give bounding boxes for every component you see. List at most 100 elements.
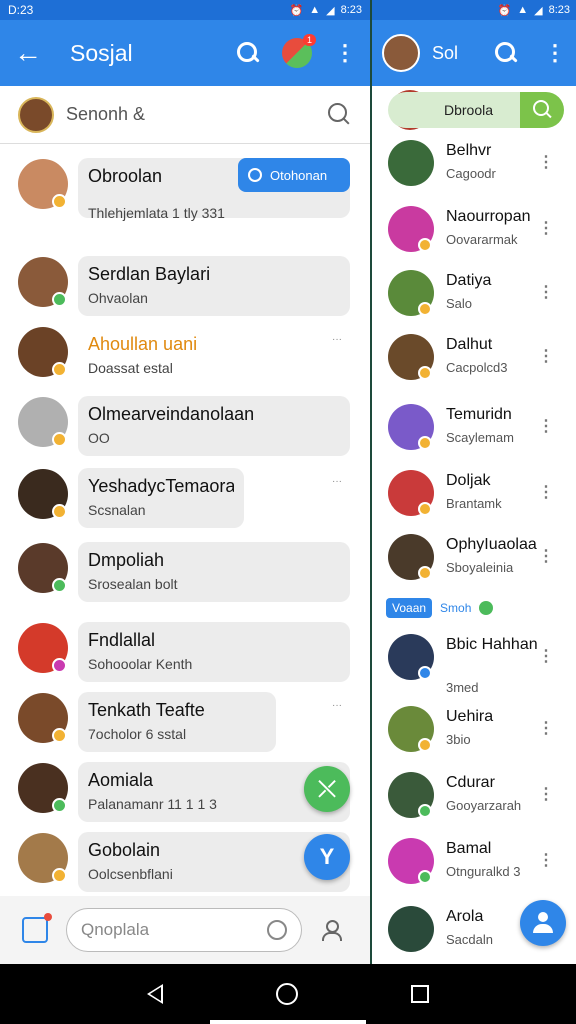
more-options-icon[interactable]: ⋮ xyxy=(538,346,554,366)
list-item[interactable]: Bbic Hahhan 3med ⋮ xyxy=(372,628,576,695)
more-options-icon[interactable]: ⋮ xyxy=(538,784,554,804)
status-dot xyxy=(52,658,67,673)
search-bar[interactable]: Senonh & xyxy=(0,86,370,144)
chat-preview: Oolcsenbflani xyxy=(88,866,173,882)
nav-home-icon[interactable] xyxy=(275,983,298,1005)
chat-preview: Scsnalan xyxy=(88,502,146,518)
avatar[interactable] xyxy=(18,96,54,133)
status-time: 8:23 xyxy=(548,4,570,16)
more-options-icon[interactable]: ⋮ xyxy=(538,282,554,302)
profile-avatar[interactable] xyxy=(382,34,420,72)
new-chat-button[interactable]: Y xyxy=(304,834,350,880)
chat-name: Gobolain xyxy=(88,840,161,860)
list-item[interactable]: Belhvr Cagoodr ⋮ xyxy=(372,134,576,196)
contact-status: Otnguralkd 3 xyxy=(446,864,521,879)
chat-preview: Ohvaolan xyxy=(88,290,148,306)
status-dot xyxy=(52,362,67,377)
contact-name: Naourropan xyxy=(446,208,531,225)
wifi-icon: ▲ xyxy=(517,4,529,16)
search-icon[interactable] xyxy=(236,41,260,65)
more-options-icon[interactable]: ⋮ xyxy=(538,646,554,666)
contact-status: Gooyarzarah xyxy=(446,798,522,813)
chat-preview: Srosealan bolt xyxy=(88,576,178,592)
list-item[interactable]: Cdurar Gooyarzarah ⋮ xyxy=(372,766,576,828)
list-item[interactable]: Olmearveindanolaan OO xyxy=(0,390,362,460)
contact-status: Cacpolcd3 xyxy=(446,360,508,375)
list-item[interactable]: YeshadycTemaora Scsnalan ··· xyxy=(0,462,362,532)
contact-name: Temuridn xyxy=(446,406,512,423)
more-options-icon[interactable]: ⋮ xyxy=(538,850,554,870)
chat-name: Aomiala xyxy=(88,770,154,790)
list-item[interactable]: Bamal Otnguralkd 3 ⋮ xyxy=(372,832,576,894)
avatar xyxy=(388,906,434,952)
more-options-icon[interactable]: ⋮ xyxy=(544,42,566,64)
alarm-icon: ⏰ xyxy=(497,4,512,17)
contact-status: Scaylemam xyxy=(446,430,514,445)
wifi-icon: ▲ xyxy=(309,4,321,16)
list-item[interactable]: Tenkath Teafte 7ocholor 6 sstal ··· xyxy=(0,686,362,756)
person-icon[interactable] xyxy=(322,920,342,941)
list-item[interactable]: Temuridn Scaylemam ⋮ xyxy=(372,398,576,460)
status-dot xyxy=(52,868,67,883)
list-item[interactable]: Datiya Salo ⋮ xyxy=(372,264,576,326)
contact-status: Oovararmak xyxy=(446,232,518,247)
status-dot xyxy=(418,436,432,450)
list-item[interactable]: Doljak Brantamk ⋮ xyxy=(372,464,576,526)
avatar xyxy=(388,140,434,186)
status-dot xyxy=(52,798,67,813)
list-item[interactable]: OphyIuaolaa Sboyaleinia ⋮ xyxy=(372,528,576,590)
contact-status: Cagoodr xyxy=(446,166,496,181)
contact-status: Sacdaln xyxy=(446,932,493,947)
more-options-icon[interactable]: ⋮ xyxy=(538,152,554,172)
list-item[interactable]: Naourropan Oovararmak ⋮ xyxy=(372,200,576,262)
nav-back-icon[interactable] xyxy=(146,984,163,1004)
chat-name: Ahoullan uani xyxy=(88,334,198,354)
list-item[interactable]: Dalhut Cacpolcd3 ⋮ xyxy=(372,328,576,390)
more-options-icon[interactable]: ⋮ xyxy=(538,546,554,566)
chat-preview: 7ocholor 6 sstal xyxy=(88,726,187,742)
search-input[interactable]: Senonh & xyxy=(66,104,145,125)
search-icon[interactable] xyxy=(328,102,352,127)
status-dot xyxy=(418,566,432,580)
search-icon xyxy=(248,168,262,182)
search-icon[interactable] xyxy=(494,41,518,65)
app-title-right: Sol xyxy=(432,42,459,63)
notification-badge: 1 xyxy=(302,34,316,46)
contact-name: Belhvr xyxy=(446,142,492,159)
composer-bar: Qnoplala xyxy=(0,896,370,964)
message-input[interactable]: Qnoplala xyxy=(66,908,302,952)
search-tooltip[interactable]: Otohonan xyxy=(238,158,350,192)
list-item[interactable]: Fndlallal Sohooolar Kenth xyxy=(0,616,362,686)
message-placeholder: Qnoplala xyxy=(81,920,150,939)
list-item[interactable]: Uehira 3bio ⋮ xyxy=(372,700,576,762)
app-bar-right: Sol ⋮ xyxy=(372,20,576,86)
status-bar-left: D:23 ⏰ ▲ ◢ 8:23 xyxy=(0,0,370,20)
chat-name: Dmpoliah xyxy=(88,550,165,570)
contacts-pane: Dbroola Belhvr Cagoodr ⋮ Naourropan Oova… xyxy=(372,86,576,896)
status-dot xyxy=(52,728,67,743)
chat-preview: Sohooolar Kenth xyxy=(88,656,193,672)
timestamp: ··· xyxy=(332,476,342,487)
more-options-icon[interactable]: ⋮ xyxy=(334,42,356,64)
add-contact-button[interactable] xyxy=(520,900,566,946)
notification-icon[interactable]: 1 xyxy=(282,34,316,68)
list-item[interactable]: Serdlan Baylari Ohvaolan xyxy=(0,250,362,320)
nav-recents-icon[interactable] xyxy=(411,985,430,1003)
back-arrow-icon[interactable]: ← xyxy=(14,37,50,69)
more-options-icon[interactable]: ⋮ xyxy=(538,718,554,738)
status-dot xyxy=(418,666,432,680)
search-button[interactable] xyxy=(520,92,564,128)
list-item[interactable]: Ahoullan uani Doassat estal ··· xyxy=(0,320,362,390)
contact-name: Dalhut xyxy=(446,336,493,353)
battery-text: 8:23 xyxy=(340,4,362,16)
more-options-icon[interactable]: ⋮ xyxy=(538,218,554,238)
compass-icon[interactable] xyxy=(267,920,287,940)
section-chip[interactable]: Voaan xyxy=(386,598,433,618)
gallery-icon[interactable] xyxy=(22,913,52,943)
shuffle-button[interactable]: ⤬ xyxy=(304,766,350,812)
chat-preview: Thlehjemlata 1 tly 331 xyxy=(88,205,225,221)
more-options-icon[interactable]: ⋮ xyxy=(538,416,554,436)
more-options-icon[interactable]: ⋮ xyxy=(538,482,554,502)
list-item[interactable]: Dmpoliah Srosealan bolt xyxy=(0,536,362,606)
status-dot xyxy=(52,578,67,593)
